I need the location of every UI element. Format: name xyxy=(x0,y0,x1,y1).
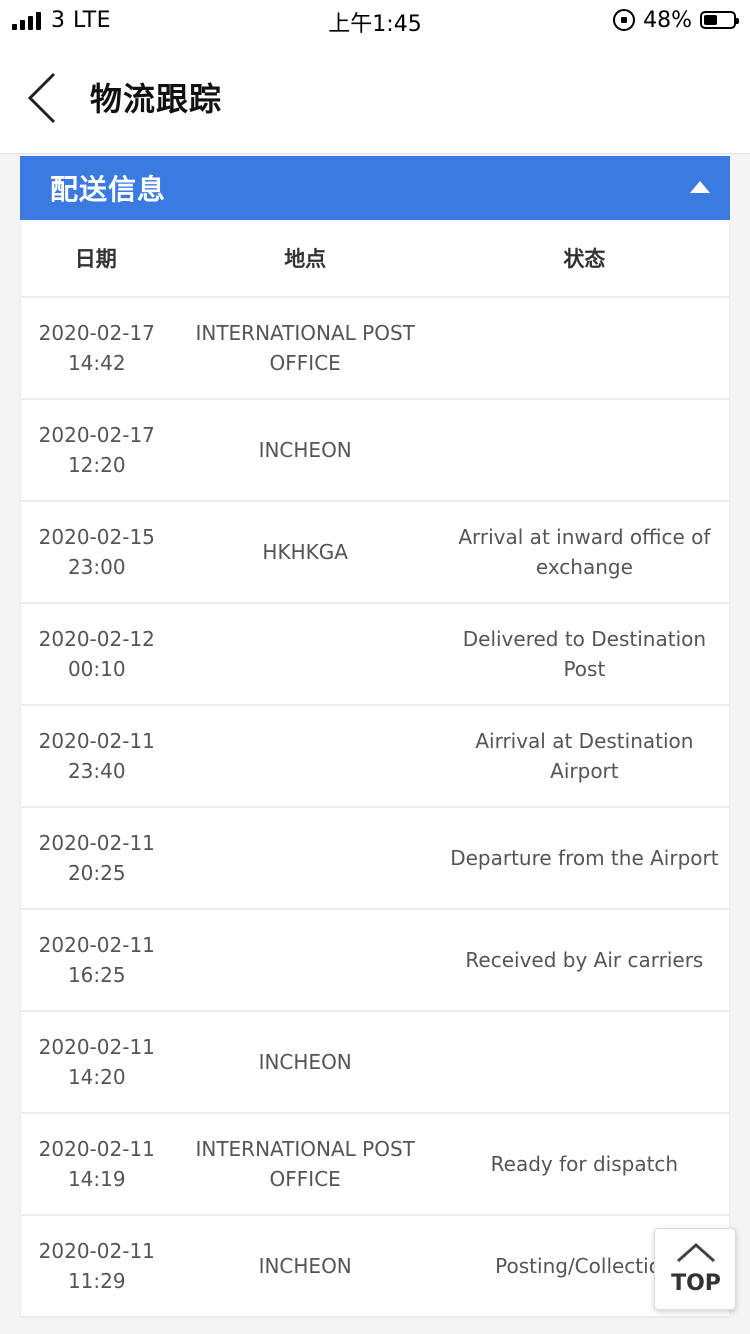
column-header-status: 状态 xyxy=(563,247,606,271)
row-location: INCHEON xyxy=(258,1050,352,1074)
row-status: Arrival at inward office of exchange xyxy=(458,525,711,579)
row-time: 14:19 xyxy=(67,1167,126,1191)
top-button-label: TOP xyxy=(671,1271,721,1296)
navigation-bar: 物流跟踪 xyxy=(0,40,750,154)
row-time: 20:25 xyxy=(67,861,126,885)
row-location: INTERNATIONAL POST OFFICE xyxy=(195,1137,415,1191)
row-location: HKHKGA xyxy=(262,540,348,564)
row-datetime: 2020-02-11 20:25 xyxy=(21,828,171,888)
row-datetime: 2020-02-17 14:42 xyxy=(21,318,171,378)
page-title: 物流跟踪 xyxy=(90,80,223,118)
table-row: 2020-02-11 20:25 Departure from the Airpor… xyxy=(20,808,730,910)
table-row: 2020-02-11 11:29 INCHEON Posting/Collection xyxy=(20,1216,730,1318)
row-status: Departure from the Airport xyxy=(450,846,719,870)
table-row: 2020-02-12 00:10 Delivered to Destination … xyxy=(20,604,730,706)
row-status: Received by Air carriers xyxy=(465,948,704,972)
table-body: 2020-02-17 14:42 INTERNATIONAL POST OFFICE… xyxy=(20,298,730,1318)
back-button[interactable] xyxy=(20,62,70,132)
status-bar: 3 LTE 上午1:45 48% xyxy=(0,0,750,40)
table-row: 2020-02-17 14:42 INTERNATIONAL POST OFFICE xyxy=(20,298,730,400)
row-datetime: 2020-02-11 14:19 xyxy=(21,1134,171,1194)
row-date: 2020-02-12 xyxy=(38,627,155,651)
row-datetime: 2020-02-11 23:40 xyxy=(21,726,171,786)
row-time: 14:20 xyxy=(67,1065,126,1089)
row-status: Delivered to Destination Post xyxy=(462,627,707,681)
table-header: 日期 地点 状态 xyxy=(20,220,730,298)
table-row: 2020-02-11 16:25 Received by Air carriers xyxy=(20,910,730,1012)
column-header-location: 地点 xyxy=(284,247,327,271)
section-header[interactable]: 配送信息 xyxy=(20,156,730,220)
table-row: 2020-02-11 14:20 INCHEON xyxy=(20,1012,730,1114)
row-datetime: 2020-02-12 00:10 xyxy=(21,624,171,684)
table-row: 2020-02-11 23:40 Airrival at Destination A… xyxy=(20,706,730,808)
row-date: 2020-02-11 xyxy=(38,831,155,855)
battery-fill xyxy=(704,15,718,25)
row-time: 14:42 xyxy=(67,351,126,375)
status-right: 48% xyxy=(613,6,739,34)
row-datetime: 2020-02-15 23:00 xyxy=(21,522,171,582)
row-date: 2020-02-15 xyxy=(38,525,155,549)
chevron-left-icon xyxy=(27,72,56,124)
row-datetime: 2020-02-11 11:29 xyxy=(21,1236,171,1296)
row-date: 2020-02-11 xyxy=(38,1137,155,1161)
row-date: 2020-02-11 xyxy=(38,729,155,753)
row-location: INTERNATIONAL POST OFFICE xyxy=(195,321,415,375)
table-row: 2020-02-17 12:20 INCHEON xyxy=(20,400,730,502)
row-status: Airrival at Destination Airport xyxy=(475,729,694,783)
row-time: 11:29 xyxy=(67,1269,126,1293)
battery-percent: 48% xyxy=(643,7,692,33)
row-time: 23:40 xyxy=(67,759,126,783)
row-date: 2020-02-11 xyxy=(38,1035,155,1059)
row-date: 2020-02-11 xyxy=(38,1239,155,1263)
table-row: 2020-02-11 14:19 INTERNATIONAL POST OFFICE… xyxy=(20,1114,730,1216)
table-row: 2020-02-15 23:00 HKHKGA Arrival at inward o… xyxy=(20,502,730,604)
row-date: 2020-02-17 xyxy=(38,321,155,345)
triangle-up-icon[interactable] xyxy=(690,181,710,193)
row-datetime: 2020-02-11 16:25 xyxy=(21,930,171,990)
column-header-date: 日期 xyxy=(74,247,117,271)
row-date: 2020-02-11 xyxy=(38,933,155,957)
row-time: 00:10 xyxy=(67,657,126,681)
chevron-up-icon xyxy=(677,1242,715,1263)
delivery-info-section: 配送信息 日期 地点 状态 2020-02-17 14:42 INTERNATION… xyxy=(20,156,730,1318)
row-datetime: 2020-02-11 14:20 xyxy=(21,1032,171,1092)
orientation-lock-icon xyxy=(613,9,636,31)
scroll-to-top-button[interactable]: TOP xyxy=(654,1228,736,1310)
row-date: 2020-02-17 xyxy=(38,423,155,447)
row-time: 16:25 xyxy=(67,963,126,987)
row-status: Ready for dispatch xyxy=(490,1152,679,1176)
row-datetime: 2020-02-17 12:20 xyxy=(21,420,171,480)
battery-icon xyxy=(700,11,739,29)
row-location: INCHEON xyxy=(258,1254,352,1278)
section-title: 配送信息 xyxy=(50,173,167,206)
row-time: 23:00 xyxy=(67,555,126,579)
row-location: INCHEON xyxy=(258,438,352,462)
row-time: 12:20 xyxy=(67,453,126,477)
